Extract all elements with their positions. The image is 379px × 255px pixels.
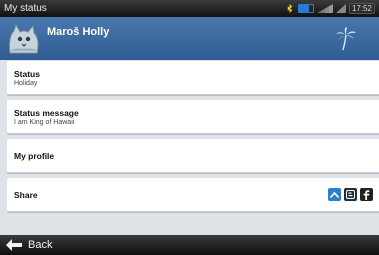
my-profile-item[interactable]: My profile	[7, 139, 379, 173]
status-message-item[interactable]: Status message I am King of Hawaii	[7, 100, 379, 134]
signal-icon	[316, 4, 333, 13]
status-item[interactable]: Status Holiday	[7, 61, 379, 95]
system-tray: 17:52	[286, 3, 375, 14]
profile-header: Maroš Holly	[0, 17, 379, 60]
bluetooth-icon	[287, 4, 293, 13]
status-list: Status Holiday Status message I am King …	[7, 61, 379, 217]
palm-tree-icon	[336, 27, 356, 51]
signal-bars-icon	[335, 4, 346, 13]
status-bar: My status 17:52	[0, 0, 379, 17]
clock: 17:52	[348, 3, 375, 14]
status-value: Holiday	[14, 79, 38, 87]
back-button[interactable]: Back	[28, 239, 52, 251]
share-item: Share	[7, 178, 379, 212]
back-arrow-icon[interactable]	[6, 239, 22, 251]
share-up-icon[interactable]	[328, 188, 341, 201]
facebook-icon[interactable]	[360, 188, 373, 201]
status-title: Status	[14, 68, 40, 79]
window-title: My status	[4, 3, 47, 14]
profile-name: Maroš Holly	[47, 26, 110, 38]
share-title: Share	[14, 189, 38, 200]
share-icons	[328, 188, 373, 201]
my-profile-title: My profile	[14, 150, 55, 161]
cat-avatar-icon[interactable]	[6, 23, 42, 55]
status-message-title: Status message	[14, 107, 79, 118]
status-message-value: I am King of Hawaii	[14, 118, 75, 126]
bottom-bar: Back	[0, 235, 379, 255]
blogger-icon[interactable]	[344, 188, 357, 201]
battery-icon	[297, 4, 314, 13]
